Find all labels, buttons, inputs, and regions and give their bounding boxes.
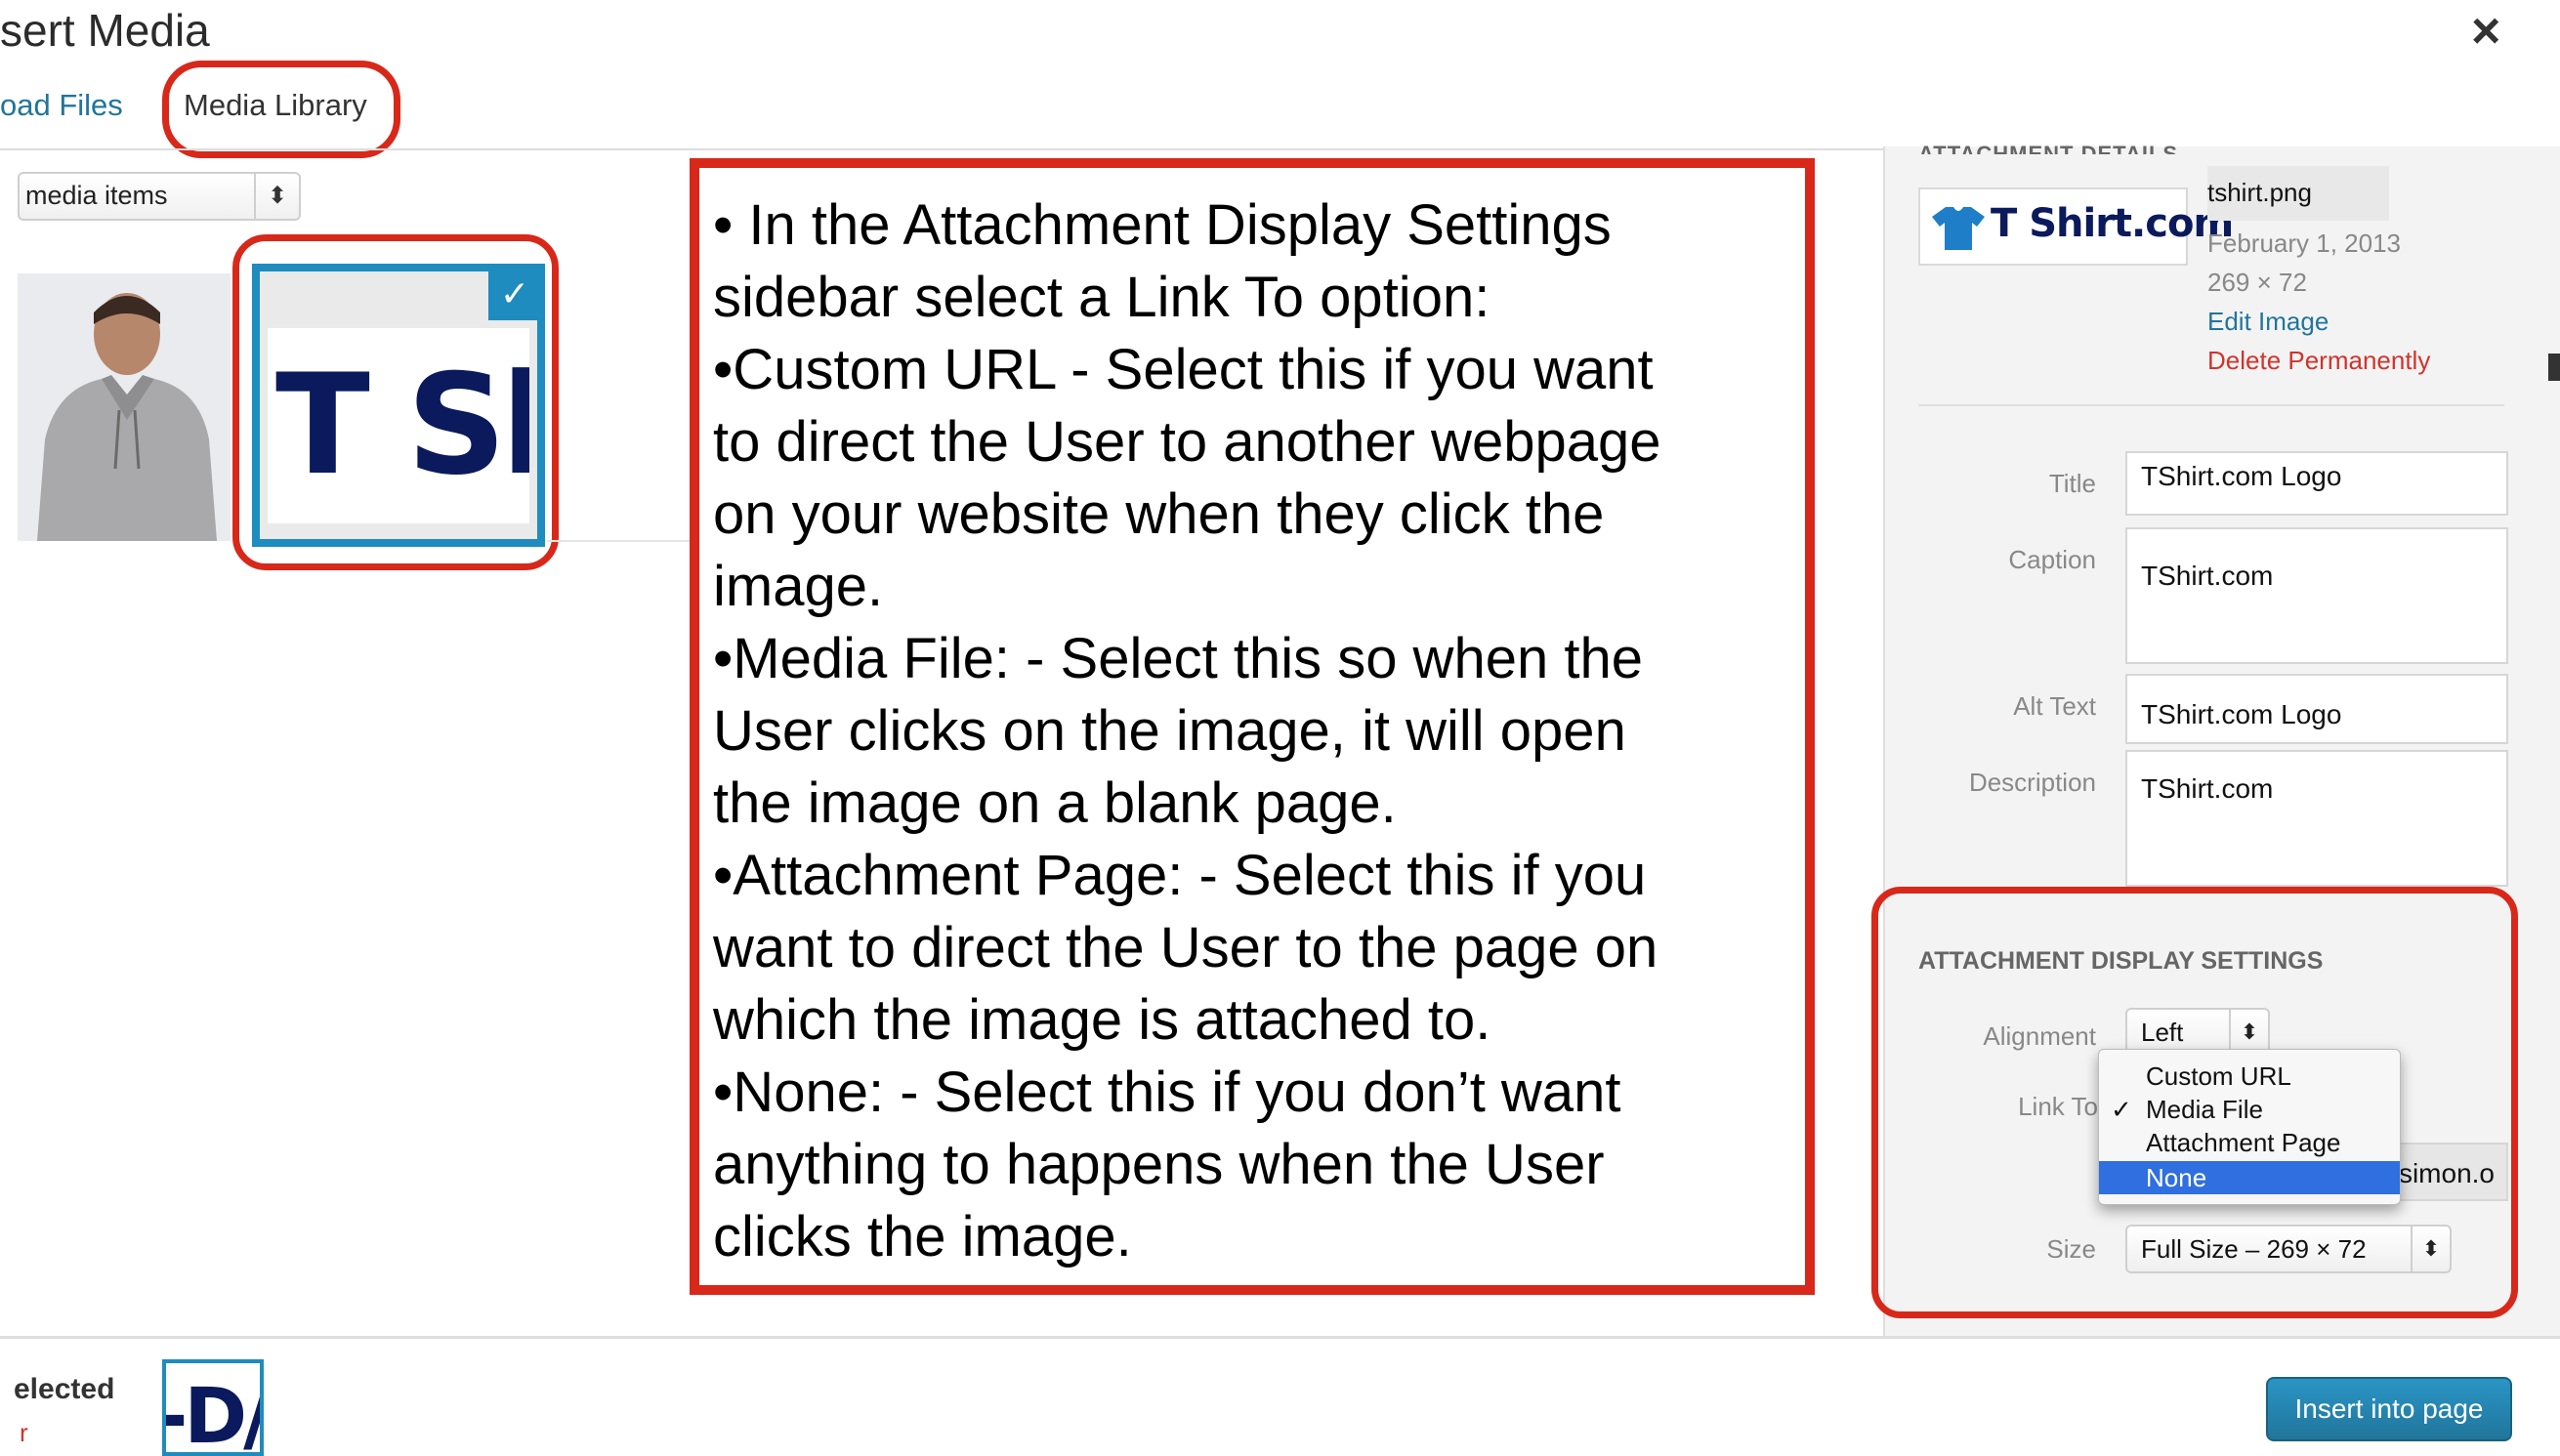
callout-line: clicks the image. [713,1205,1132,1269]
attachment-dimensions: 269 × 72 [2207,268,2307,297]
alignment-value: Left [2141,1018,2184,1047]
edit-image-link[interactable]: Edit Image [2207,307,2329,337]
media-filter-select[interactable]: media items ⬍ [18,172,301,221]
caption-value: TShirt.com [2141,561,2274,591]
tab-upload-files[interactable]: oad Files [0,84,123,127]
attachment-filename: tshirt.png [2207,178,2312,207]
scrollbar-thumb[interactable] [2548,354,2560,381]
selected-mini-thumbnail[interactable]: -D/ [162,1359,264,1456]
insert-into-page-button[interactable]: Insert into page [2266,1377,2512,1441]
size-select[interactable]: Full Size – 269 × 72 ⬍ [2125,1225,2452,1273]
caption-label: Caption [2008,545,2096,574]
title-value: TShirt.com Logo [2141,461,2342,491]
link-option-label: Media File [2146,1095,2263,1124]
alt-text-value: TShirt.com Logo [2141,699,2342,729]
close-icon[interactable]: × [2471,4,2500,59]
callout-line: which the image is attached to. [713,988,1491,1052]
description-field[interactable]: TShirt.com [2125,750,2508,887]
modal-footer [0,1339,2560,1456]
sidebar-divider [1918,404,2504,406]
callout-line: to direct the User to another webpage [713,410,1661,474]
title-field[interactable]: TShirt.com Logo [2125,451,2508,516]
description-label: Description [1968,768,2096,797]
attachment-logo-text: T Shirt.com [1991,201,2234,246]
callout-line: want to direct the User to the page on [713,916,1658,979]
size-value: Full Size – 269 × 72 [2141,1234,2367,1264]
alt-text-field[interactable]: TShirt.com Logo [2125,674,2508,744]
link-option-label: Attachment Page [2146,1128,2341,1157]
media-filter-value: media items [25,181,168,210]
callout-line: •None: - Select this if you don’t want [713,1061,1621,1124]
callout-line: •Custom URL - Select this if you want [713,338,1654,401]
link-to-dropdown[interactable]: Custom URL ✓ Media File Attachment Page … [2098,1049,2401,1205]
callout-line: sidebar select a Link To option: [713,266,1490,329]
alt-text-label: Alt Text [2013,691,2096,721]
callout-line: User clicks on the image, it will open [713,699,1626,763]
description-value: TShirt.com [2141,773,2274,804]
check-icon: ✓ [2111,1095,2132,1124]
hoodie-thumbnail[interactable] [18,273,231,541]
select-arrows-icon: ⬍ [2411,1227,2450,1271]
alignment-label: Alignment [1983,1021,2096,1051]
link-option-custom-url[interactable]: Custom URL [2099,1060,2400,1093]
attachment-details-heading: ATTACHMENT DETAILS [1918,142,2179,154]
delete-permanently-link[interactable]: Delete Permanently [2207,346,2430,376]
link-option-label: None [2146,1163,2207,1192]
callout-line: •Attachment Page: - Select this if you [713,844,1647,907]
display-settings-heading: ATTACHMENT DISPLAY SETTINGS [1918,947,2324,975]
callout-line: • In the Attachment Display Settings [713,193,1612,257]
clear-selection-link[interactable]: r [20,1418,28,1448]
tshirt-icon [1932,207,1985,250]
thumbnail-annotation-ring [232,234,559,570]
link-option-attachment-page[interactable]: Attachment Page [2099,1126,2400,1159]
selection-count: elected [14,1373,115,1405]
attachment-thumbnail[interactable]: T Shirt.com [1918,187,2234,266]
callout-line: image. [713,555,884,618]
link-option-none[interactable]: None [2099,1161,2400,1194]
link-option-label: Custom URL [2146,1061,2291,1091]
callout-line: anything to happens when the User [713,1133,1605,1196]
callout-line: on your website when they click the [713,482,1605,546]
modal-title: sert Media [0,5,210,56]
callout-line: •Media File: - Select this so when the [713,627,1643,690]
attachment-date: February 1, 2013 [2207,229,2402,258]
caption-field[interactable]: TShirt.com [2125,527,2508,664]
callout-line: the image on a blank page. [713,771,1397,835]
instruction-callout: • In the Attachment Display Settings sid… [690,158,1815,1295]
select-arrows-icon: ⬍ [254,174,299,219]
link-url-value: simon.o [2398,1158,2495,1188]
header-divider [0,148,1883,150]
size-label: Size [2046,1234,2096,1264]
link-option-media-file[interactable]: ✓ Media File [2099,1093,2400,1126]
media-library-annotation-ring [162,61,400,158]
link-to-label: Link To [2018,1092,2098,1121]
mini-thumb-text: -D/ [162,1373,264,1456]
hoodie-image [18,273,231,541]
grid-divider [547,540,703,542]
title-label: Title [2048,469,2096,498]
